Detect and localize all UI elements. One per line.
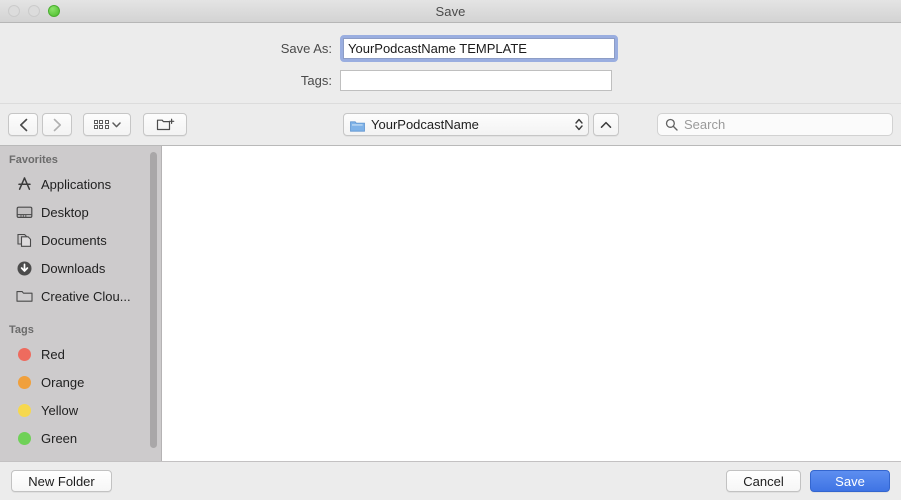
sidebar-item-label: Green <box>41 430 78 446</box>
sidebar-item-label: Yellow <box>41 402 79 418</box>
navigation-buttons <box>8 113 72 136</box>
file-browser-toolbar: YourPodcastName Search <box>0 104 901 146</box>
save-as-label: Save As: <box>280 40 332 56</box>
close-button <box>8 5 20 17</box>
search-placeholder: Search <box>684 117 726 132</box>
sidebar-item-tag-yellow[interactable]: Yellow <box>0 396 161 424</box>
up-down-chevron-icon <box>575 118 583 131</box>
applications-icon <box>15 175 33 193</box>
dialog-footer: New Folder Cancel Save <box>0 461 901 500</box>
view-options-button[interactable] <box>83 113 131 136</box>
traffic-lights <box>8 0 60 22</box>
browser-body: Favorites Applications Desktop Documents… <box>0 146 901 461</box>
downloads-icon <box>15 259 33 277</box>
path-popup-button[interactable]: YourPodcastName <box>343 113 589 136</box>
sidebar: Favorites Applications Desktop Documents… <box>0 146 162 461</box>
search-icon <box>665 118 678 131</box>
minimize-button <box>28 5 40 17</box>
tag-dot-icon <box>15 373 33 391</box>
tags-input[interactable] <box>340 69 612 91</box>
sidebar-item-label: Desktop <box>41 204 89 220</box>
chevron-right-icon <box>53 118 61 131</box>
sidebar-item-tag-green[interactable]: Green <box>0 424 161 452</box>
save-as-row: Save As: <box>0 34 901 62</box>
sidebar-item-label: Creative Clou... <box>41 288 131 304</box>
sidebar-item-label: Documents <box>41 232 107 248</box>
go-up-button[interactable] <box>593 113 619 136</box>
back-button[interactable] <box>8 113 38 136</box>
search-field[interactable]: Search <box>657 113 893 136</box>
sidebar-item-label: Red <box>41 346 65 362</box>
sidebar-item-creative-cloud[interactable]: Creative Clou... <box>0 282 161 310</box>
title-bar: Save <box>0 0 901 23</box>
file-list-pane[interactable] <box>162 146 901 461</box>
window-title: Save <box>435 3 466 19</box>
new-folder-icon <box>156 118 174 131</box>
sidebar-item-documents[interactable]: Documents <box>0 226 161 254</box>
tag-dot-icon <box>15 429 33 447</box>
save-dialog-window: Save Save As: Tags: <box>0 0 901 500</box>
save-as-input[interactable] <box>343 37 615 59</box>
new-folder-button[interactable]: New Folder <box>11 470 112 492</box>
sidebar-item-label: Orange <box>41 374 85 390</box>
desktop-icon <box>15 203 33 221</box>
tags-label: Tags: <box>300 72 332 88</box>
sidebar-scrollbar[interactable] <box>150 152 157 448</box>
grid-view-icon <box>93 119 109 130</box>
save-form-area: Save As: Tags: <box>0 23 901 104</box>
sidebar-item-label: Downloads <box>41 260 106 276</box>
save-button[interactable]: Save <box>810 470 890 492</box>
folder-icon <box>15 287 33 305</box>
chevron-left-icon <box>19 118 27 131</box>
tags-row: Tags: <box>0 66 901 94</box>
sidebar-section-header-favorites: Favorites <box>9 154 58 166</box>
sidebar-section-header-tags: Tags <box>9 324 34 336</box>
sidebar-item-desktop[interactable]: Desktop <box>0 198 161 226</box>
sidebar-item-tag-orange[interactable]: Orange <box>0 368 161 396</box>
path-popup-label: YourPodcastName <box>371 117 479 132</box>
documents-icon <box>15 231 33 249</box>
new-folder-toolbar-button[interactable] <box>143 113 187 136</box>
zoom-button[interactable] <box>48 5 60 17</box>
tag-dot-icon <box>15 401 33 419</box>
sidebar-item-applications[interactable]: Applications <box>0 170 161 198</box>
chevron-down-icon <box>111 121 121 127</box>
blue-folder-icon <box>350 119 365 132</box>
sidebar-item-label: Applications <box>41 176 112 192</box>
sidebar-item-downloads[interactable]: Downloads <box>0 254 161 282</box>
cancel-button[interactable]: Cancel <box>726 470 801 492</box>
save-as-focus-ring <box>340 34 618 62</box>
chevron-up-icon <box>600 121 612 128</box>
forward-button[interactable] <box>42 113 72 136</box>
tag-dot-icon <box>15 345 33 363</box>
sidebar-item-tag-red[interactable]: Red <box>0 340 161 368</box>
